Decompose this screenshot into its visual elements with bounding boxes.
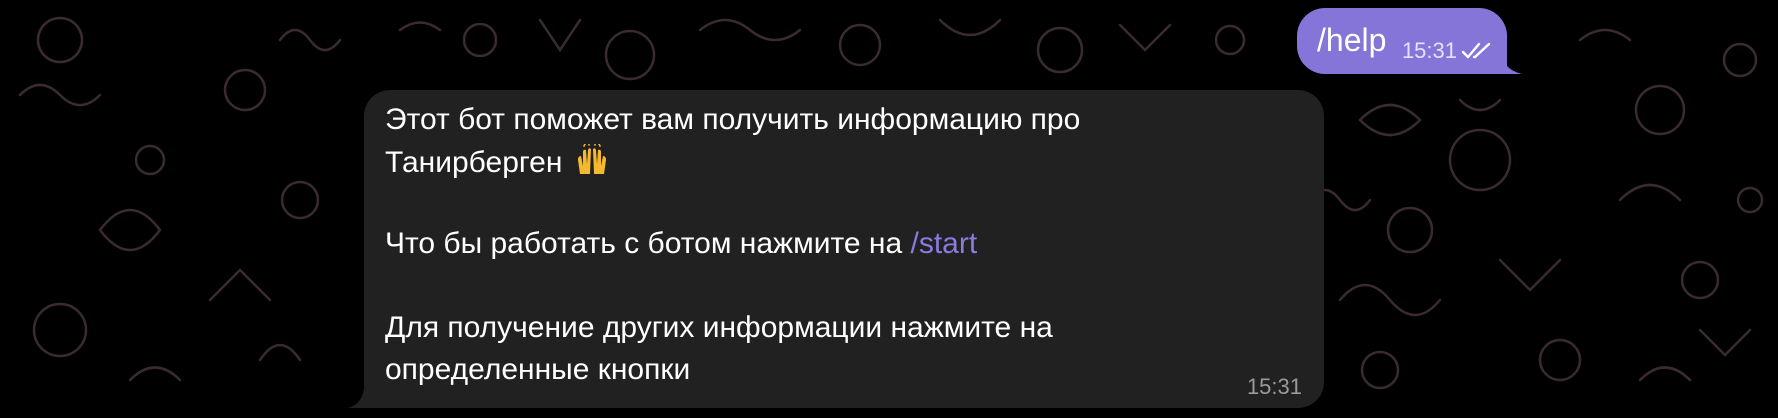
message-line-5: определенные кнопки [385,353,691,386]
message-line-3: Что бы работать с ботом нажмите на /star… [385,226,977,262]
incoming-bubble-tail [348,388,372,408]
message-line-3-text: Что бы работать с ботом нажмите на [385,227,911,260]
start-command-link[interactable]: /start [911,227,978,260]
incoming-message-time: 15:31 [1246,374,1302,399]
outgoing-message-text: /help [1317,22,1387,58]
message-line-4: Для получение других информации нажмите … [385,311,1053,344]
message-line-1: Этот бот поможет вам получить информацию… [385,103,1081,136]
outgoing-message-meta: 15:31 [1402,38,1495,64]
incoming-message-bubble[interactable]: Этот бот поможет вам получить информацию… [364,90,1324,408]
raising-hands-emoji [577,144,606,174]
outgoing-bubble-tail [1490,52,1522,74]
outgoing-message-time: 15:31 [1401,38,1457,63]
outgoing-message-bubble[interactable]: /help 15:31 [1297,8,1507,74]
message-line-2-text: Танирберген [385,146,563,179]
message-line-2: Танирберген [385,144,609,181]
